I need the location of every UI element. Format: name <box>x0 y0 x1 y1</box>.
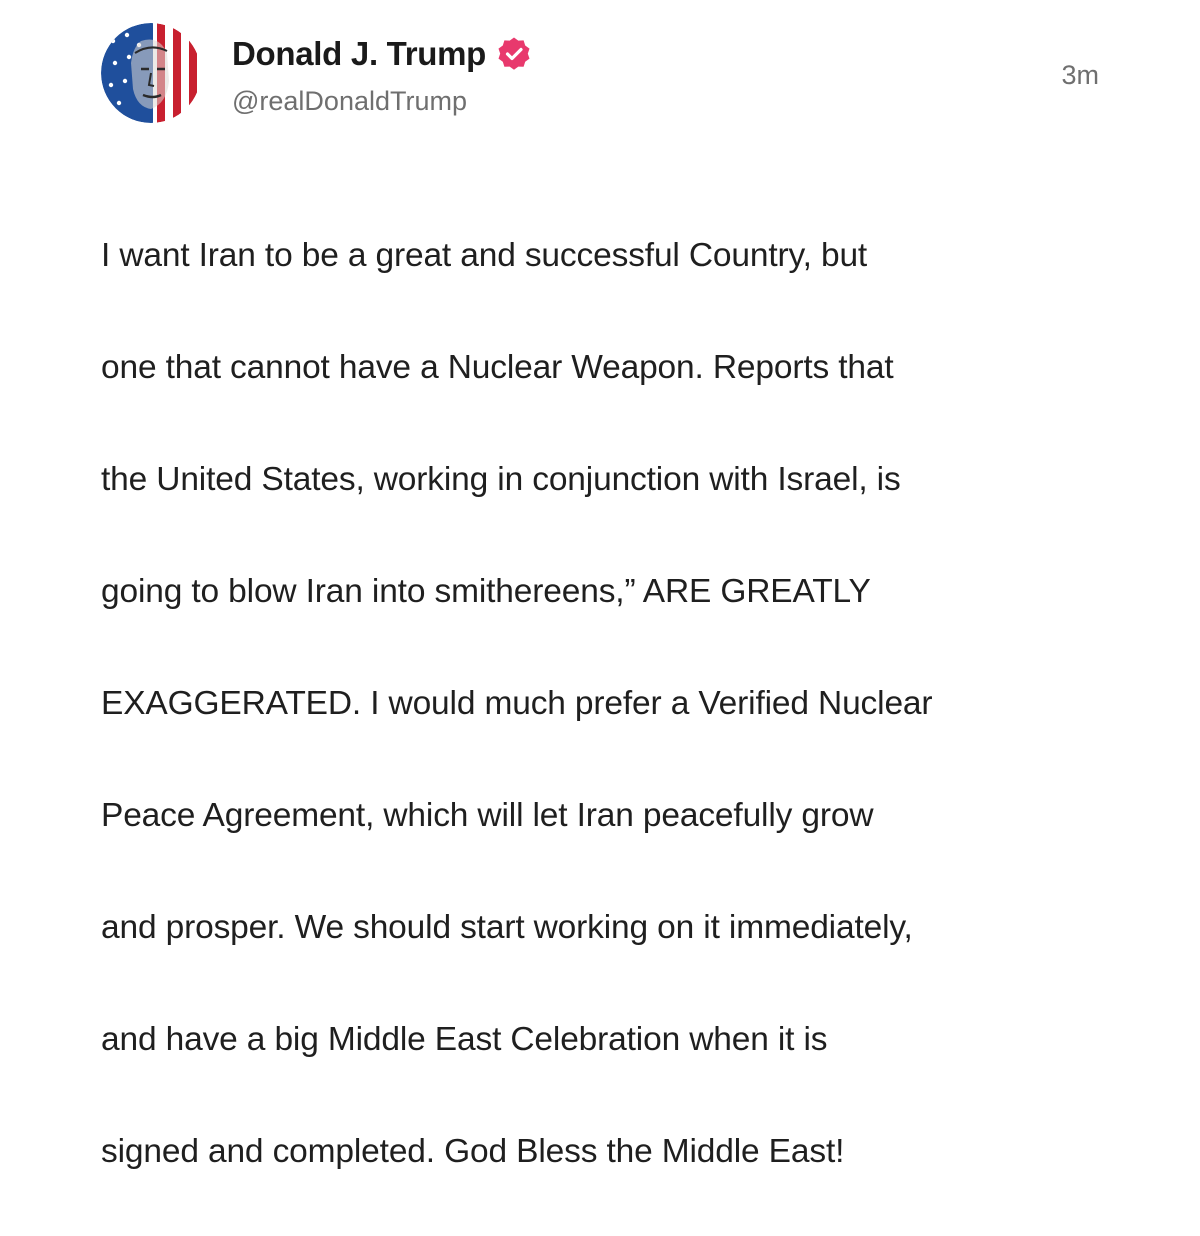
post-card: Donald J. Trump @realDonaldTrump 3m I wa… <box>0 0 1200 1170</box>
avatar-flag-portrait-icon <box>101 23 201 123</box>
verified-badge-icon <box>496 36 532 72</box>
post-body-line: signed and completed. God Bless the Midd… <box>101 1133 845 1170</box>
avatar[interactable] <box>101 23 201 123</box>
post-body-line: EXAGGERATED. I would much prefer a Verif… <box>101 685 933 722</box>
post-body-line: I want Iran to be a great and successful… <box>101 237 868 274</box>
post-body-line: the United States, working in conjunctio… <box>101 461 901 498</box>
post-body-line: Peace Agreement, which will let Iran pea… <box>101 797 874 834</box>
post-body-line: going to blow Iran into smithereens,” AR… <box>101 573 871 610</box>
post-timestamp[interactable]: 3m <box>1061 60 1099 91</box>
post-body-line: one that cannot have a Nuclear Weapon. R… <box>101 349 894 386</box>
post-body-line: and have a big Middle East Celebration w… <box>101 1021 828 1058</box>
author-display-name[interactable]: Donald J. Trump <box>232 35 486 73</box>
post-body: I want Iran to be a great and successful… <box>101 172 1111 1236</box>
author-name-row: Donald J. Trump <box>232 34 532 74</box>
author-handle[interactable]: @realDonaldTrump <box>232 86 467 117</box>
post-body-line: and prosper. We should start working on … <box>101 909 913 946</box>
